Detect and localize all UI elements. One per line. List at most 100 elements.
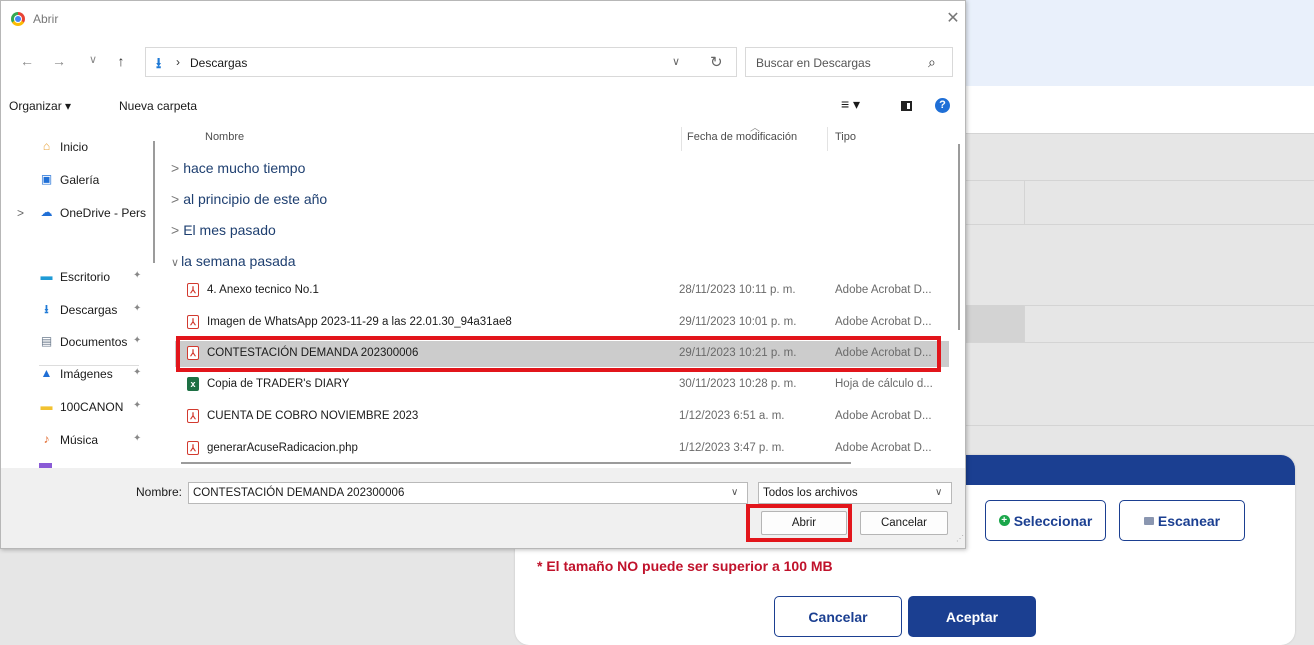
close-icon[interactable]: ✕ bbox=[941, 7, 965, 31]
column-divider[interactable] bbox=[827, 127, 828, 151]
breadcrumb-location[interactable]: Descargas bbox=[190, 56, 247, 70]
group-label: hace mucho tiempo bbox=[183, 160, 306, 176]
pin-icon: ✦ bbox=[133, 270, 142, 281]
scan-button[interactable]: Escanear bbox=[1119, 500, 1245, 541]
search-input[interactable]: Buscar en Descargas ⌕ bbox=[745, 47, 953, 77]
pin-icon: ✦ bbox=[133, 367, 142, 378]
column-header-type[interactable]: Tipo bbox=[835, 131, 856, 143]
view-options-icon[interactable]: ≡ ▾ bbox=[841, 96, 860, 113]
file-row[interactable]: x Copia de TRADER's DIARY 30/11/2023 10:… bbox=[175, 372, 949, 398]
sidebar-item-label: Documentos bbox=[60, 335, 128, 349]
chevron-right-icon: > bbox=[171, 191, 180, 207]
scan-label: Escanear bbox=[1157, 512, 1221, 529]
file-type-filter-value: Todos los archivos bbox=[763, 487, 858, 499]
plus-circle-icon: + bbox=[998, 515, 1010, 526]
file-row[interactable]: ⅄ generarAcuseRadicacion.php 1/12/2023 3… bbox=[175, 436, 949, 462]
expand-chevron-icon[interactable]: > bbox=[17, 206, 24, 220]
forward-arrow-icon[interactable]: → bbox=[51, 53, 67, 69]
recent-locations-chevron-icon[interactable]: ∨ bbox=[85, 53, 101, 66]
file-list-scrollbar[interactable] bbox=[958, 144, 960, 330]
open-file-dialog: Abrir ✕ ← → ∨ ↑ ⭳ › Descargas ∨ ↻ Buscar… bbox=[0, 0, 966, 549]
file-name: CUENTA DE COBRO NOVIEMBRE 2023 bbox=[207, 410, 419, 422]
cancel-button[interactable]: Cancelar bbox=[860, 511, 948, 535]
modal-accept-button[interactable]: Aceptar bbox=[908, 596, 1036, 637]
pdf-file-icon: ⅄ bbox=[187, 283, 199, 297]
file-type: Adobe Acrobat D... bbox=[835, 410, 932, 422]
new-folder-button[interactable]: Nueva carpeta bbox=[119, 99, 197, 113]
select-file-button[interactable]: + Seleccionar bbox=[985, 500, 1106, 541]
group-header-this-year[interactable]: > al principio de este año bbox=[171, 191, 327, 207]
resize-grip-icon[interactable]: ⋰ bbox=[956, 534, 964, 543]
filename-input[interactable]: CONTESTACIÓN DEMANDA 202300006 ∨ bbox=[188, 482, 748, 504]
address-bar[interactable]: ⭳ › Descargas ∨ ↻ bbox=[145, 47, 737, 77]
select-file-label: Seleccionar bbox=[1013, 512, 1093, 529]
folder-icon: ▬ bbox=[40, 399, 53, 413]
file-type: Adobe Acrobat D... bbox=[835, 284, 932, 296]
group-header-last-week[interactable]: ∨ la semana pasada bbox=[171, 253, 295, 269]
organize-button[interactable]: Organizar ▾ bbox=[9, 99, 71, 113]
sidebar-item-label: Imágenes bbox=[60, 367, 113, 381]
column-header-name[interactable]: Nombre bbox=[205, 131, 244, 143]
search-icon[interactable]: ⌕ bbox=[928, 54, 936, 71]
file-type: Adobe Acrobat D... bbox=[835, 316, 932, 328]
pdf-file-icon: ⅄ bbox=[187, 315, 199, 329]
gallery-icon: ▣ bbox=[40, 172, 53, 186]
modal-cancel-button[interactable]: Cancelar bbox=[774, 596, 902, 637]
back-arrow-icon[interactable]: ← bbox=[19, 53, 35, 69]
pictures-icon: ▲ bbox=[40, 366, 53, 380]
column-divider[interactable] bbox=[681, 127, 682, 151]
file-type-select[interactable]: Todos los archivos ∨ bbox=[758, 482, 952, 504]
chevron-down-icon[interactable]: ∨ bbox=[935, 487, 942, 498]
refresh-icon[interactable]: ↻ bbox=[710, 53, 723, 71]
music-icon: ♪ bbox=[43, 432, 50, 446]
column-header-date[interactable]: Fecha de modificación bbox=[687, 131, 797, 143]
table-rule bbox=[966, 342, 1314, 343]
sidebar-scrollbar[interactable] bbox=[153, 141, 155, 263]
sidebar-item-inicio[interactable]: ⌂ Inicio bbox=[1, 135, 151, 159]
table-rule bbox=[966, 180, 1314, 181]
file-row[interactable]: ⅄ Imagen de WhatsApp 2023-11-29 a las 22… bbox=[175, 310, 949, 336]
sidebar-item-label: Escritorio bbox=[60, 270, 111, 284]
sidebar-item-documentos[interactable]: ▤ Documentos ✦ bbox=[1, 330, 151, 354]
sidebar-item-escritorio[interactable]: ▬ Escritorio ✦ bbox=[1, 265, 151, 289]
table-rule bbox=[966, 224, 1314, 225]
file-date: 30/11/2023 10:28 p. m. bbox=[679, 378, 797, 390]
file-name: Copia de TRADER's DIARY bbox=[207, 378, 350, 390]
chevron-right-icon: > bbox=[171, 222, 180, 238]
file-row[interactable]: ⅄ CUENTA DE COBRO NOVIEMBRE 2023 1/12/20… bbox=[175, 404, 949, 430]
download-icon: ⭳ bbox=[44, 302, 49, 316]
file-list-horizontal-scrollbar[interactable] bbox=[181, 462, 851, 464]
sidebar-item-musica[interactable]: ♪ Música ✦ bbox=[1, 428, 151, 452]
file-name: generarAcuseRadicacion.php bbox=[207, 442, 358, 454]
search-placeholder: Buscar en Descargas bbox=[756, 56, 871, 70]
table-rule bbox=[966, 133, 1314, 134]
file-name: Imagen de WhatsApp 2023-11-29 a las 22.0… bbox=[207, 316, 512, 328]
table-rule bbox=[1024, 180, 1025, 224]
chevron-down-icon[interactable]: ∨ bbox=[672, 55, 680, 68]
preview-pane-icon[interactable] bbox=[901, 101, 912, 111]
filename-value: CONTESTACIÓN DEMANDA 202300006 bbox=[193, 487, 405, 499]
file-date: 1/12/2023 3:47 p. m. bbox=[679, 442, 785, 454]
help-icon[interactable]: ? bbox=[935, 98, 950, 113]
file-row[interactable]: ⅄ 4. Anexo tecnico No.1 28/11/2023 10:11… bbox=[175, 278, 949, 304]
sidebar-item-galeria[interactable]: ▣ Galería bbox=[1, 168, 151, 192]
up-arrow-icon[interactable]: ↑ bbox=[113, 53, 129, 69]
home-icon: ⌂ bbox=[42, 139, 51, 153]
documents-icon: ▤ bbox=[40, 334, 53, 348]
group-header-long-ago[interactable]: > hace mucho tiempo bbox=[171, 160, 305, 176]
group-header-last-month[interactable]: > El mes pasado bbox=[171, 222, 276, 238]
sidebar-item-descargas[interactable]: ⭳ Descargas ✦ bbox=[1, 298, 151, 322]
file-name: 4. Anexo tecnico No.1 bbox=[207, 284, 319, 296]
filename-label: Nombre: bbox=[136, 485, 183, 499]
chevron-down-icon[interactable]: ∨ bbox=[731, 487, 738, 498]
navigation-pane: ⌂ Inicio ▣ Galería > ☁ OneDrive - Pers ▬… bbox=[1, 123, 156, 468]
sidebar-item-imagenes[interactable]: ▲ Imágenes ✦ bbox=[1, 362, 151, 386]
sidebar-item-100canon[interactable]: ▬ 100CANON ✦ bbox=[1, 395, 151, 419]
scanner-icon bbox=[1143, 516, 1154, 525]
file-date: 28/11/2023 10:11 p. m. bbox=[679, 284, 796, 296]
pdf-file-icon: ⅄ bbox=[187, 409, 199, 423]
size-warning: * El tamaño NO puede ser superior a 100 … bbox=[537, 558, 833, 574]
breadcrumb-separator: › bbox=[176, 55, 180, 69]
pdf-file-icon: ⅄ bbox=[187, 441, 199, 455]
sidebar-item-onedrive[interactable]: > ☁ OneDrive - Pers bbox=[1, 201, 151, 225]
